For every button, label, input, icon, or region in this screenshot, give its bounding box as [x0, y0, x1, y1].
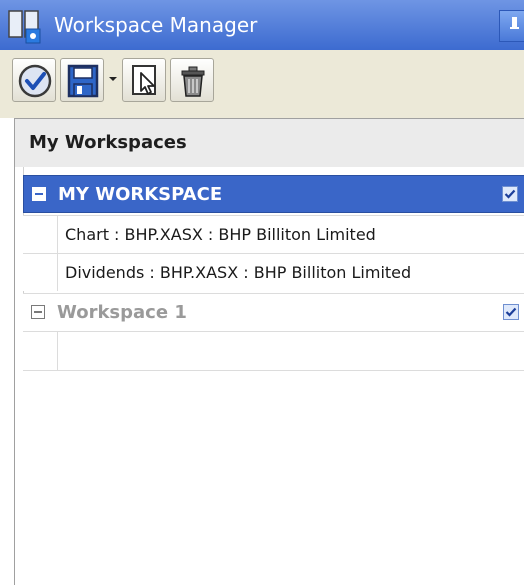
title-bar: Workspace Manager: [0, 0, 524, 50]
workspace-item[interactable]: Chart : BHP.XASX : BHP Billiton Limited: [23, 215, 524, 253]
pin-icon[interactable]: [499, 10, 524, 42]
item-gutter: [23, 254, 58, 291]
workspace-item-empty[interactable]: [23, 331, 524, 371]
item-gutter: [23, 216, 58, 253]
delete-button[interactable]: [170, 58, 214, 102]
document-select-icon: [132, 65, 156, 95]
workspace-item[interactable]: Dividends : BHP.XASX : BHP Billiton Limi…: [23, 253, 524, 291]
toolbar: [0, 50, 524, 110]
workspace-checkbox[interactable]: [502, 186, 518, 202]
trash-icon: [181, 66, 205, 97]
workspace-row-my-workspace[interactable]: MY WORKSPACE: [23, 175, 524, 213]
workspace-checkbox[interactable]: [503, 304, 519, 320]
panel-title: My Workspaces: [29, 132, 187, 153]
save-icon: [67, 64, 99, 98]
workspaces-panel: My Workspaces MY WORKSPACE Chart : BHP.X…: [14, 118, 524, 585]
apply-button[interactable]: [12, 58, 56, 102]
checkmark-icon: [504, 189, 516, 199]
collapse-icon[interactable]: [32, 187, 46, 201]
item-gutter: [23, 332, 58, 370]
toolbar-separator: [0, 110, 524, 118]
workspace-manager-icon: [8, 10, 41, 44]
checkmark-icon: [505, 307, 517, 317]
workspace-title: Workspace 1: [57, 302, 187, 323]
workspace-item-label: Chart : BHP.XASX : BHP Billiton Limited: [65, 225, 376, 244]
select-document-button[interactable]: [122, 58, 166, 102]
chevron-down-icon[interactable]: [108, 74, 118, 84]
workspace-row-workspace-1[interactable]: Workspace 1: [23, 293, 524, 331]
panel-header: My Workspaces: [15, 119, 524, 167]
workspace-item-label: Dividends : BHP.XASX : BHP Billiton Limi…: [65, 263, 412, 282]
collapse-icon[interactable]: [31, 305, 45, 319]
workspace-title: MY WORKSPACE: [58, 184, 223, 205]
window-title: Workspace Manager: [54, 13, 258, 37]
checkmark-icon: [18, 64, 52, 98]
save-button[interactable]: [60, 58, 104, 102]
